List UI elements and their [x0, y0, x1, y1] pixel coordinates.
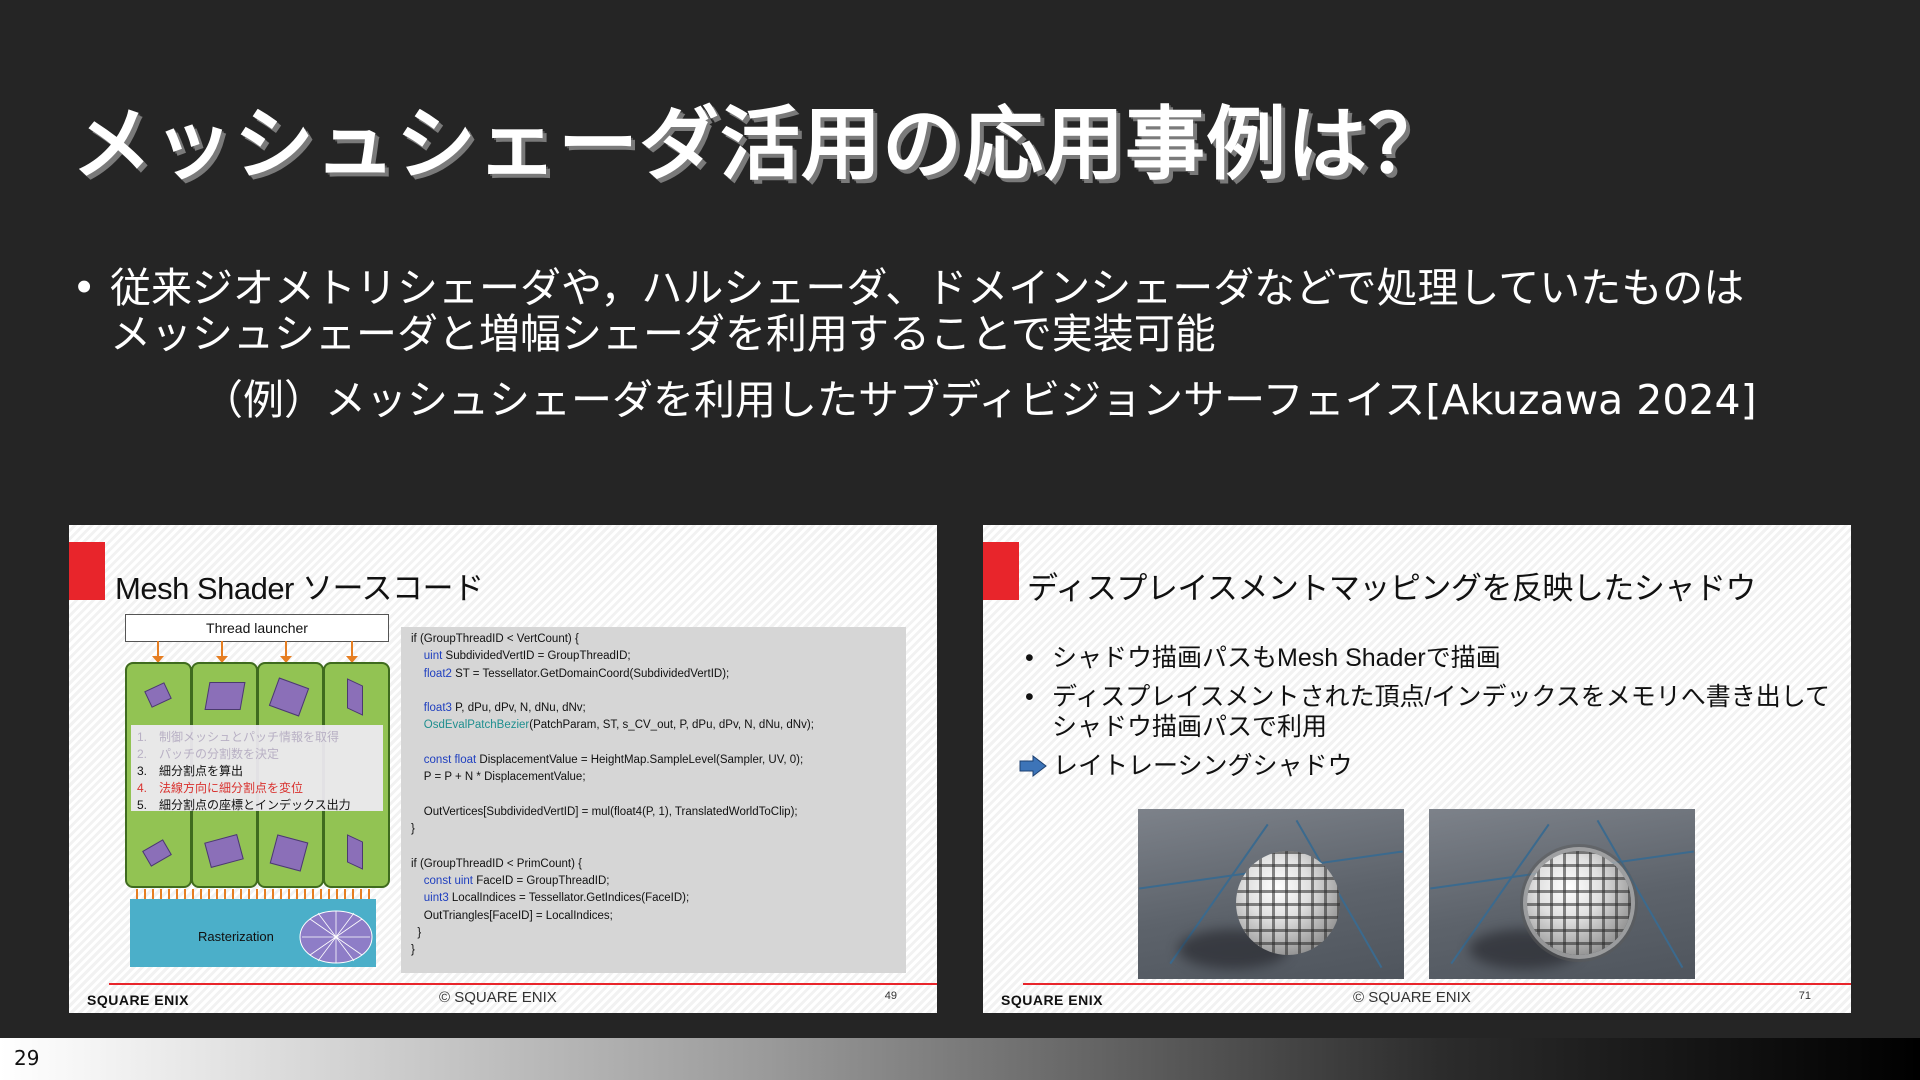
slide-page-number: 71	[1798, 990, 1811, 1002]
step-item: 5. 細分割点の座標とインデックス出力	[137, 798, 351, 812]
bullet-item: • 従来ジオメトリシェーダや，ハルシェーダ、ドメインシェーダなどで処理していたも…	[72, 265, 1872, 357]
mesh-sphere-icon	[299, 910, 373, 964]
footer-rule	[109, 983, 937, 985]
rasterization-label: Rasterization	[198, 929, 274, 944]
arrow-conclusion: レイトレーシングシャドウ	[1019, 751, 1830, 781]
bullet-dot-icon: •	[1025, 683, 1034, 711]
brand-logo: SQUARE ENIX	[87, 992, 189, 1008]
patch-shape	[204, 682, 246, 710]
patch-shape	[347, 834, 363, 870]
step-item: 1. 制御メッシュとパッチ情報を取得	[137, 730, 340, 744]
step-item: 4. 法線方向に細分割点を変位	[137, 781, 304, 795]
left-slide-title: Mesh Shader ソースコード	[115, 571, 484, 606]
footer-rule	[1023, 983, 1851, 985]
right-bullet-list: • シャドウ描画パスもMesh Shaderで描画 • ディスプレイスメントされ…	[1019, 643, 1830, 781]
bullet-dot-icon: •	[1025, 644, 1034, 672]
patch-shape	[144, 682, 172, 708]
accent-bar	[69, 542, 105, 600]
right-slide-title: ディスプレイスメントマッピングを反映したシャドウ	[1027, 571, 1756, 606]
step-item: 2. パッチの分割数を決定	[137, 747, 280, 761]
footer-bar: 29	[0, 1038, 1920, 1080]
patch-shape	[347, 678, 363, 716]
right-bullet-item: • ディスプレイスメントされた頂点/インデックスをメモリへ書き出して シャドウ描…	[1025, 683, 1830, 741]
bullet-line-1: 従来ジオメトリシェーダや，ハルシェーダ、ドメインシェーダなどで処理していたものは	[110, 264, 1745, 312]
arrow-down-icon	[280, 641, 292, 663]
copyright-text: © SQUARE ENIX	[439, 989, 557, 1006]
arrow-down-icon	[152, 641, 164, 663]
slide-page-number: 49	[884, 990, 897, 1002]
displaced-sphere-image	[1429, 809, 1695, 979]
patch-shape	[269, 834, 309, 872]
left-slide-thumbnail: Mesh Shader ソースコード Thread launcher 1. 制御メ…	[69, 525, 937, 1013]
step-item: 3. 細分割点を算出	[137, 764, 244, 778]
sphere-render-image	[1138, 809, 1404, 979]
copyright-text: © SQUARE ENIX	[1353, 989, 1471, 1006]
slide-title: メッシュシェーダ活用の応用事例は？	[72, 98, 1449, 191]
right-slide-thumbnail: ディスプレイスメントマッピングを反映したシャドウ • シャドウ描画パスもMesh…	[983, 525, 1851, 1013]
example-text: （例）メッシュシェーダを利用したサブディビジョンサーフェイス[Akuzawa 2…	[202, 376, 1757, 424]
patch-shape	[204, 834, 244, 868]
patch-shape	[142, 839, 172, 867]
bullet-dot-icon: •	[72, 264, 97, 312]
thread-launcher-box: Thread launcher	[125, 614, 389, 642]
patch-shape	[268, 677, 310, 717]
arrow-right-icon	[1019, 755, 1047, 777]
bullet-section: • 従来ジオメトリシェーダや，ハルシェーダ、ドメインシェーダなどで処理していたも…	[72, 265, 1872, 423]
arrow-down-icon	[216, 641, 228, 663]
accent-bar	[983, 542, 1019, 600]
bullet-line-2: メッシュシェーダと増幅シェーダを利用することで実装可能	[110, 310, 1216, 358]
code-block: if (GroupThreadID < VertCount) { uint Su…	[401, 627, 906, 973]
arrow-down-icon	[346, 641, 358, 663]
steps-list: 1. 制御メッシュとパッチ情報を取得 2. パッチの分割数を決定 3. 細分割点を算出…	[131, 725, 383, 812]
rasterization-box: Rasterization	[130, 899, 376, 967]
page-number: 29	[14, 1046, 40, 1070]
right-bullet-item: • シャドウ描画パスもMesh Shaderで描画	[1025, 644, 1501, 672]
brand-logo: SQUARE ENIX	[1001, 992, 1103, 1008]
